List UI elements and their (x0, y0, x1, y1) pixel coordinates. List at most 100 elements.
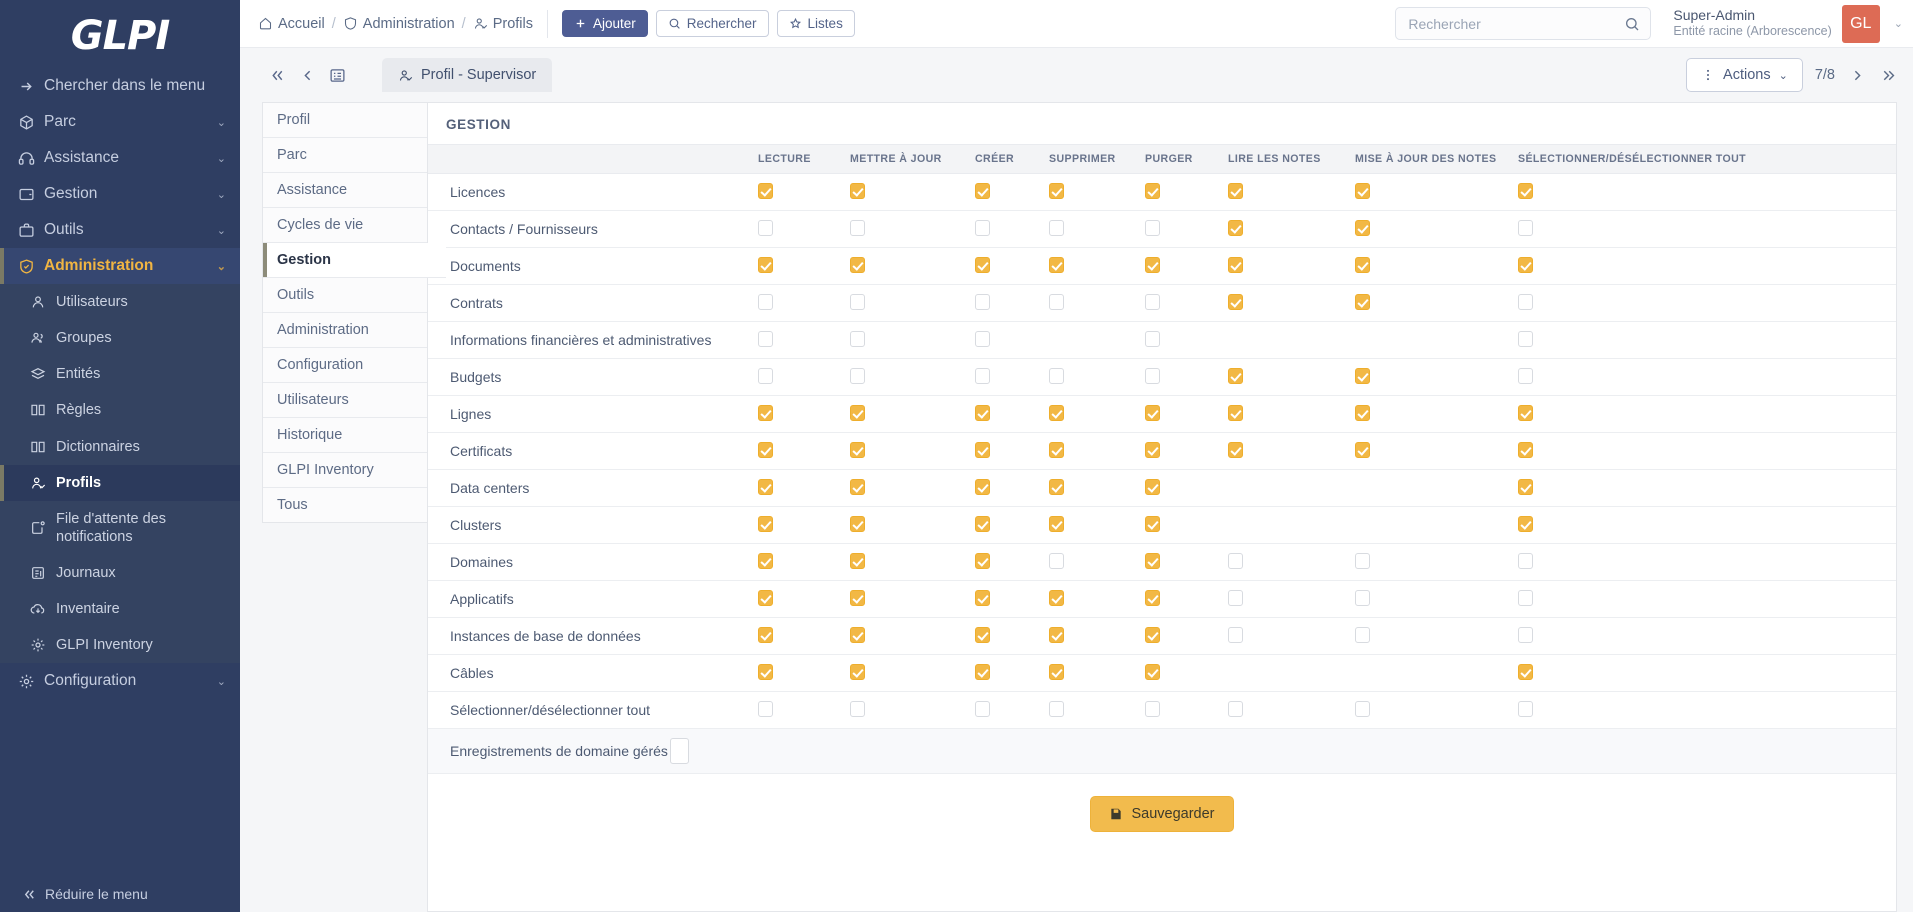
checkbox-unchecked[interactable] (850, 293, 865, 310)
search-input[interactable] (1406, 14, 1625, 33)
profile-tab-utilisateurs[interactable]: Utilisateurs (263, 383, 427, 418)
checkbox-checked[interactable] (1518, 441, 1533, 458)
checkbox-checked[interactable] (850, 552, 865, 569)
profile-tab-profil[interactable]: Profil (263, 103, 427, 138)
checkbox-checked[interactable] (1049, 515, 1064, 532)
checkbox-unchecked[interactable] (850, 330, 865, 347)
checkbox-checked[interactable] (975, 441, 990, 458)
checkbox-checked[interactable] (1145, 256, 1160, 273)
sidebar-item-gestion[interactable]: Gestion ⌄ (0, 176, 240, 212)
checkbox-checked[interactable] (1145, 441, 1160, 458)
avatar[interactable]: GL (1841, 4, 1880, 43)
checkbox-checked[interactable] (1228, 219, 1243, 236)
checkbox-checked[interactable] (1145, 626, 1160, 643)
checkbox-checked[interactable] (758, 552, 773, 569)
checkbox-unchecked[interactable] (1145, 330, 1160, 347)
checkbox-checked[interactable] (975, 478, 990, 495)
checkbox-unchecked[interactable] (975, 330, 990, 347)
checkbox-unchecked[interactable] (850, 219, 865, 236)
checkbox-checked[interactable] (1228, 367, 1243, 384)
save-button[interactable]: Sauvegarder (1090, 796, 1234, 832)
checkbox-checked[interactable] (1049, 478, 1064, 495)
sidebar-item-glpi-inventory[interactable]: GLPI Inventory (0, 627, 240, 663)
actions-button[interactable]: Actions ⌄ (1686, 58, 1803, 92)
checkbox-checked[interactable] (1355, 293, 1370, 310)
checkbox-checked[interactable] (850, 441, 865, 458)
checkbox-checked[interactable] (1228, 293, 1243, 310)
checkbox-checked[interactable] (1228, 404, 1243, 421)
checkbox-checked[interactable] (1049, 663, 1064, 680)
sidebar-item-profils[interactable]: Profils (0, 464, 240, 501)
checkbox-unchecked[interactable] (975, 700, 990, 717)
sidebar-item-file-attente-notifications[interactable]: File d'attente des notifications (0, 501, 240, 555)
checkbox-checked[interactable] (1355, 182, 1370, 199)
profile-tab-cycles-de-vie[interactable]: Cycles de vie (263, 208, 427, 243)
checkbox-unchecked[interactable] (1145, 293, 1160, 310)
checkbox-unchecked[interactable] (758, 330, 773, 347)
checkbox-unchecked[interactable] (1518, 367, 1533, 384)
checkbox-checked[interactable] (850, 589, 865, 606)
checkbox-checked[interactable] (1049, 182, 1064, 199)
checkbox-checked[interactable] (1518, 478, 1533, 495)
chevron-right-icon[interactable] (1849, 67, 1866, 84)
checkbox-checked[interactable] (1145, 478, 1160, 495)
checkbox-unchecked[interactable] (1228, 552, 1243, 569)
checkbox-unchecked[interactable] (1049, 700, 1064, 717)
checkbox-unchecked[interactable] (1145, 700, 1160, 717)
chevrons-right-icon[interactable] (1880, 67, 1897, 84)
checkbox-checked[interactable] (975, 626, 990, 643)
list-icon[interactable] (322, 60, 352, 90)
checkbox-checked[interactable] (1145, 663, 1160, 680)
checkbox-checked[interactable] (975, 182, 990, 199)
checkbox-checked[interactable] (1049, 589, 1064, 606)
managed-domain-records-input[interactable] (669, 738, 689, 764)
checkbox-checked[interactable] (850, 404, 865, 421)
checkbox-unchecked[interactable] (758, 219, 773, 236)
sidebar-item-dictionnaires[interactable]: Dictionnaires (0, 429, 240, 465)
checkbox-unchecked[interactable] (1228, 589, 1243, 606)
checkbox-unchecked[interactable] (975, 219, 990, 236)
collapse-menu-button[interactable]: Réduire le menu (0, 876, 240, 912)
checkbox-unchecked[interactable] (1518, 293, 1533, 310)
checkbox-unchecked[interactable] (1049, 552, 1064, 569)
search-button[interactable]: Rechercher (655, 10, 769, 37)
checkbox-unchecked[interactable] (975, 293, 990, 310)
profile-tab-parc[interactable]: Parc (263, 138, 427, 173)
checkbox-checked[interactable] (1518, 404, 1533, 421)
checkbox-unchecked[interactable] (1518, 626, 1533, 643)
checkbox-checked[interactable] (850, 663, 865, 680)
chevron-down-icon[interactable]: ⌄ (1894, 17, 1903, 30)
checkbox-checked[interactable] (850, 182, 865, 199)
checkbox-checked[interactable] (1049, 441, 1064, 458)
checkbox-checked[interactable] (850, 626, 865, 643)
checkbox-unchecked[interactable] (1355, 700, 1370, 717)
profile-tab-administration[interactable]: Administration (263, 313, 427, 348)
checkbox-checked[interactable] (758, 515, 773, 532)
sidebar-item-inventaire[interactable]: Inventaire (0, 591, 240, 627)
checkbox-checked[interactable] (975, 552, 990, 569)
checkbox-checked[interactable] (758, 626, 773, 643)
checkbox-checked[interactable] (758, 589, 773, 606)
checkbox-checked[interactable] (975, 515, 990, 532)
sidebar-item-utilisateurs[interactable]: Utilisateurs (0, 284, 240, 320)
checkbox-unchecked[interactable] (758, 293, 773, 310)
checkbox-checked[interactable] (1049, 256, 1064, 273)
checkbox-checked[interactable] (1145, 404, 1160, 421)
checkbox-unchecked[interactable] (1228, 626, 1243, 643)
checkbox-checked[interactable] (1355, 441, 1370, 458)
add-button[interactable]: Ajouter (561, 10, 648, 37)
checkbox-checked[interactable] (1145, 589, 1160, 606)
checkbox-checked[interactable] (975, 256, 990, 273)
profile-tab-assistance[interactable]: Assistance (263, 173, 427, 208)
profile-tab-historique[interactable]: Historique (263, 418, 427, 453)
sidebar-item-configuration[interactable]: Configuration ⌄ (0, 663, 240, 699)
checkbox-unchecked[interactable] (1355, 552, 1370, 569)
profile-tab-tous[interactable]: Tous (263, 488, 427, 522)
checkbox-checked[interactable] (758, 441, 773, 458)
breadcrumb-item-accueil[interactable]: Accueil (258, 16, 325, 32)
checkbox-checked[interactable] (758, 478, 773, 495)
checkbox-checked[interactable] (1145, 182, 1160, 199)
checkbox-checked[interactable] (1355, 367, 1370, 384)
checkbox-checked[interactable] (1049, 404, 1064, 421)
checkbox-checked[interactable] (1518, 256, 1533, 273)
